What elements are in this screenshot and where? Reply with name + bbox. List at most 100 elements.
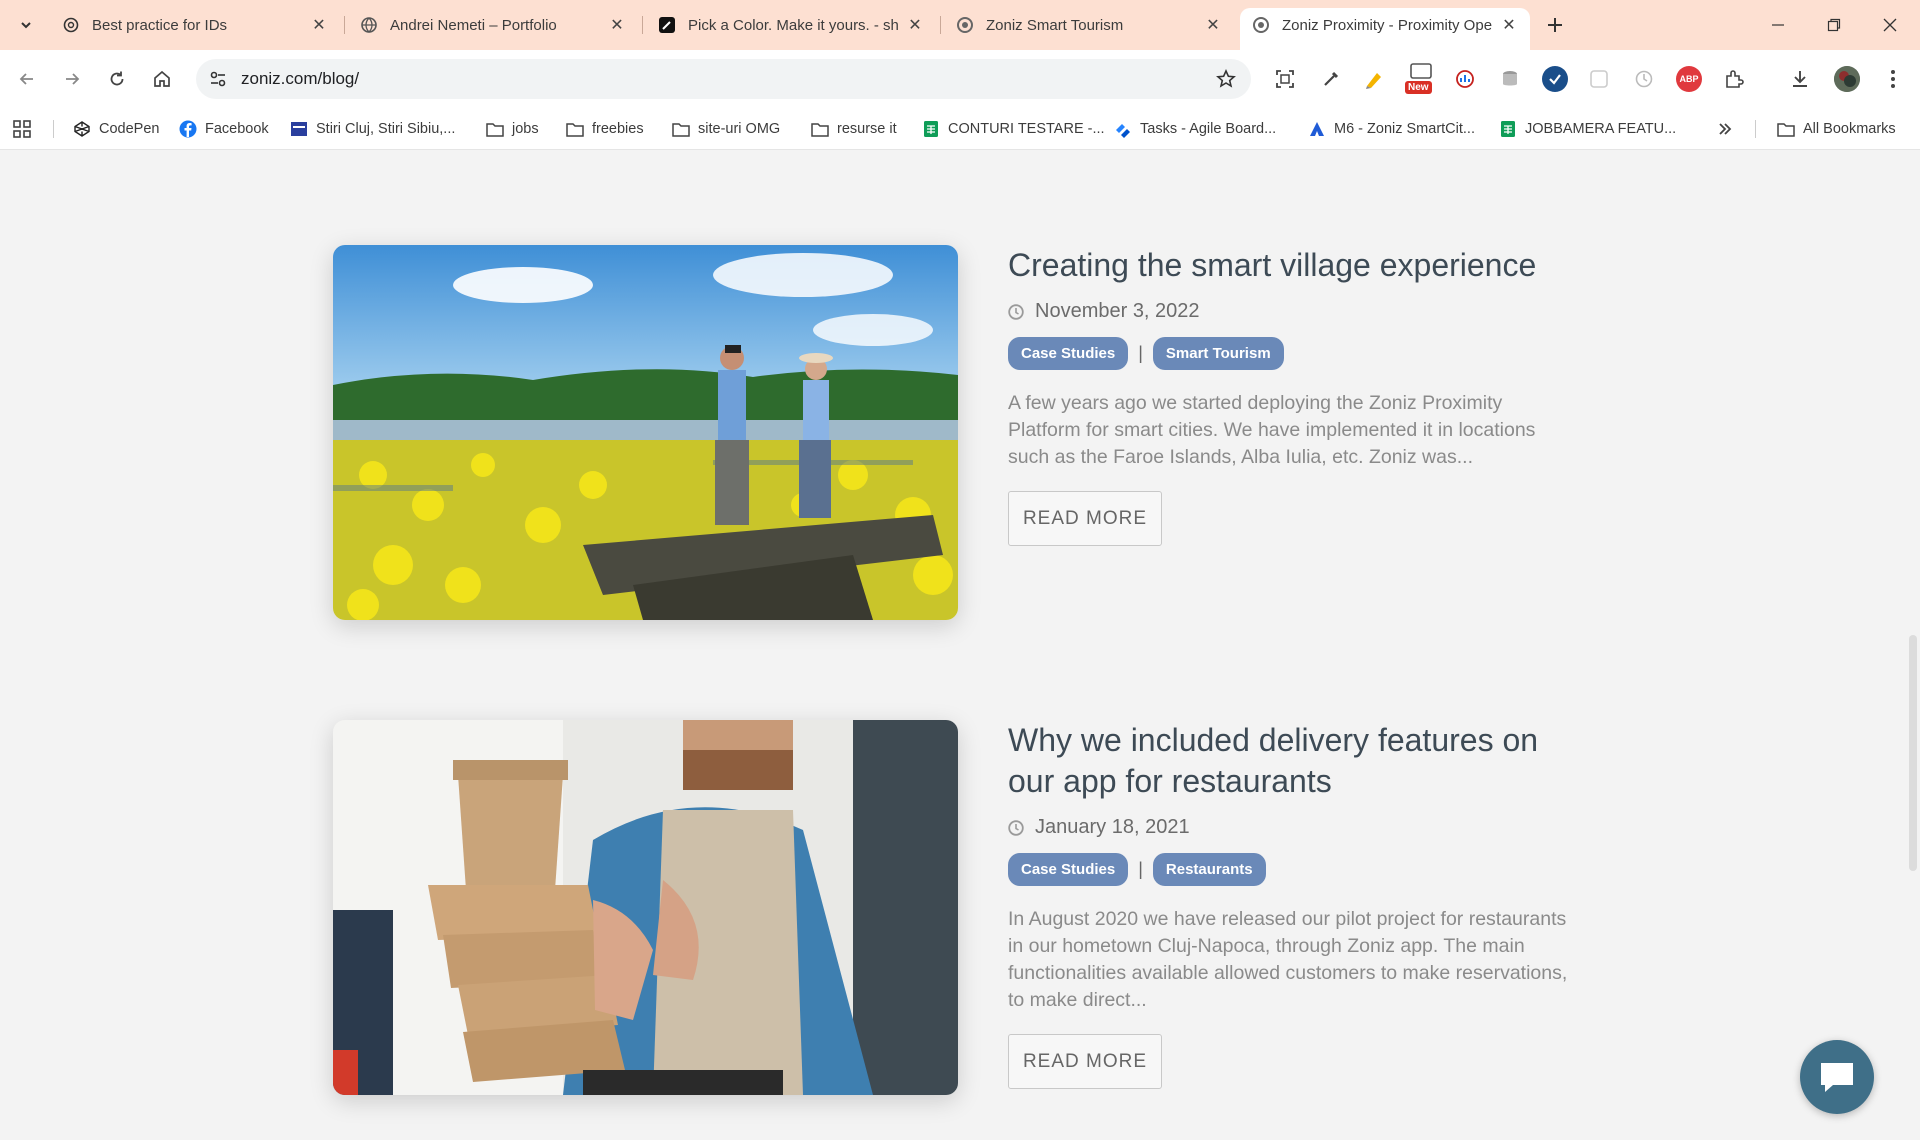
close-icon[interactable]: ✕	[608, 16, 626, 34]
home-button[interactable]	[147, 64, 177, 94]
blog-page: Creating the smart village experience No…	[0, 150, 1920, 1140]
tag-restaurants[interactable]: Restaurants	[1152, 853, 1266, 886]
puzzle-icon[interactable]	[1721, 66, 1747, 92]
grid-extension-icon[interactable]	[1586, 66, 1612, 92]
post-title[interactable]: Creating the smart village experience	[1008, 245, 1578, 286]
new-badge-extension[interactable]: New	[1405, 62, 1437, 94]
adblock-icon[interactable]: ABP	[1676, 66, 1702, 92]
calendar-icon	[1410, 63, 1432, 79]
tab-search-button[interactable]	[12, 11, 40, 39]
bookmark-label: Tasks - Agile Board...	[1140, 121, 1277, 137]
bookmark-freebies[interactable]: freebies	[566, 118, 644, 140]
sheets-icon	[1499, 120, 1517, 138]
post-body: Creating the smart village experience No…	[1008, 245, 1578, 546]
address-bar[interactable]: zoniz.com/blog/	[196, 59, 1251, 99]
close-icon[interactable]: ✕	[310, 16, 328, 34]
post-title[interactable]: Why we included delivery features on our…	[1008, 720, 1578, 802]
site-info-icon[interactable]	[208, 69, 228, 89]
bookmarks-bar: CodePen Facebook Stiri Cluj, Stiri Sibiu…	[0, 108, 1920, 150]
close-icon[interactable]: ✕	[1500, 16, 1518, 34]
tab-pick-a-color[interactable]: Pick a Color. Make it yours. - sh ✕	[646, 8, 936, 42]
globe-icon	[360, 16, 378, 34]
tag-separator: |	[1138, 859, 1143, 879]
bookmark-label: freebies	[592, 121, 644, 137]
post-date: January 18, 2021	[1008, 816, 1578, 839]
all-bookmarks-button[interactable]: All Bookmarks	[1777, 118, 1896, 140]
bookmark-label: CONTURI TESTARE -...	[948, 121, 1105, 137]
url-text[interactable]: zoniz.com/blog/	[241, 69, 359, 89]
post-date-text: November 3, 2022	[1035, 300, 1200, 322]
close-icon[interactable]: ✕	[1204, 16, 1222, 34]
apps-grid-icon[interactable]	[12, 119, 32, 139]
check-icon[interactable]	[1542, 66, 1568, 92]
bookmark-label: resurse it	[837, 121, 897, 137]
reload-button[interactable]	[102, 64, 132, 94]
chat-bubble-icon	[1821, 1063, 1853, 1092]
bookmark-codepen[interactable]: CodePen	[73, 118, 159, 140]
avatar[interactable]	[1834, 66, 1860, 92]
folder-icon	[486, 120, 504, 138]
post-body: Why we included delivery features on our…	[1008, 720, 1578, 1089]
read-more-button[interactable]: READ MORE	[1008, 1034, 1162, 1089]
tab-zoniz-proximity[interactable]: Zoniz Proximity - Proximity Ope ✕	[1240, 8, 1530, 50]
bookmark-tasks-agile[interactable]: Tasks - Agile Board...	[1114, 118, 1276, 140]
read-more-button[interactable]: READ MORE	[1008, 491, 1162, 546]
bookmark-label: site-uri OMG	[698, 121, 781, 137]
post-date-text: January 18, 2021	[1035, 816, 1190, 838]
page-scrollbar[interactable]	[1906, 227, 1920, 1140]
minimize-button[interactable]	[1750, 0, 1806, 50]
bookmark-resurse-it[interactable]: resurse it	[811, 118, 897, 140]
bookmarks-divider	[1755, 120, 1756, 138]
highlighter-icon[interactable]	[1361, 66, 1387, 92]
restore-button[interactable]	[1806, 0, 1862, 50]
tab-divider	[344, 16, 345, 34]
close-window-button[interactable]	[1862, 0, 1918, 50]
tab-divider	[940, 16, 941, 34]
post-date: November 3, 2022	[1008, 300, 1578, 323]
post-image-smart-village[interactable]	[333, 245, 958, 620]
facebook-icon	[179, 120, 197, 138]
tab-best-practice[interactable]: Best practice for IDs ✕	[50, 8, 340, 42]
new-tab-button[interactable]	[1541, 11, 1569, 39]
zoniz-icon	[956, 16, 974, 34]
screenshot-icon[interactable]	[1272, 66, 1298, 92]
bookmark-label: Stiri Cluj, Stiri Sibiu,...	[316, 121, 456, 137]
bookmark-stiri-cluj[interactable]: Stiri Cluj, Stiri Sibiu,...	[290, 118, 455, 140]
scrollbar-thumb[interactable]	[1909, 635, 1917, 871]
download-icon[interactable]	[1787, 66, 1813, 92]
bookmark-conturi-testare[interactable]: CONTURI TESTARE -...	[922, 118, 1105, 140]
forward-button[interactable]	[57, 64, 87, 94]
eyedropper-icon[interactable]	[1318, 66, 1344, 92]
menu-icon[interactable]	[1880, 66, 1906, 92]
bookmark-jobbamera[interactable]: JOBBAMERA FEATU...	[1499, 118, 1676, 140]
tag-case-studies[interactable]: Case Studies	[1008, 337, 1129, 370]
bookmark-site-uri-omg[interactable]: site-uri OMG	[672, 118, 780, 140]
codepen-icon	[73, 120, 91, 138]
tab-portfolio[interactable]: Andrei Nemeti – Portfolio ✕	[348, 8, 638, 42]
back-button[interactable]	[12, 64, 42, 94]
restore-icon	[1827, 18, 1841, 32]
bookmark-m6-zoniz[interactable]: M6 - Zoniz SmartCit...	[1308, 118, 1475, 140]
clock-extension-icon[interactable]	[1631, 66, 1657, 92]
tab-title: Pick a Color. Make it yours. - sh	[688, 16, 899, 34]
minimize-icon	[1772, 24, 1784, 26]
post-tags: Case Studies | Restaurants	[1008, 853, 1578, 886]
tab-strip: Best practice for IDs ✕ Andrei Nemeti – …	[0, 0, 1920, 50]
bookmark-jobs[interactable]: jobs	[486, 118, 539, 140]
bookmark-label: CodePen	[99, 121, 160, 137]
pen-icon	[658, 16, 676, 34]
database-icon[interactable]	[1497, 66, 1523, 92]
chat-button[interactable]	[1800, 1040, 1874, 1114]
bookmark-facebook[interactable]: Facebook	[179, 118, 269, 140]
folder-icon	[811, 120, 829, 138]
post-image-restaurant-delivery[interactable]	[333, 720, 958, 1095]
tag-smart-tourism[interactable]: Smart Tourism	[1152, 337, 1284, 370]
bookmark-star-icon[interactable]	[1215, 68, 1237, 90]
analytics-icon[interactable]	[1452, 66, 1478, 92]
close-icon[interactable]: ✕	[906, 16, 924, 34]
more-bookmarks-button[interactable]	[1717, 118, 1733, 140]
tab-zoniz-smart-tourism[interactable]: Zoniz Smart Tourism ✕	[944, 8, 1234, 42]
plus-icon	[1548, 18, 1562, 32]
tag-case-studies[interactable]: Case Studies	[1008, 853, 1129, 886]
openai-icon	[62, 16, 80, 34]
